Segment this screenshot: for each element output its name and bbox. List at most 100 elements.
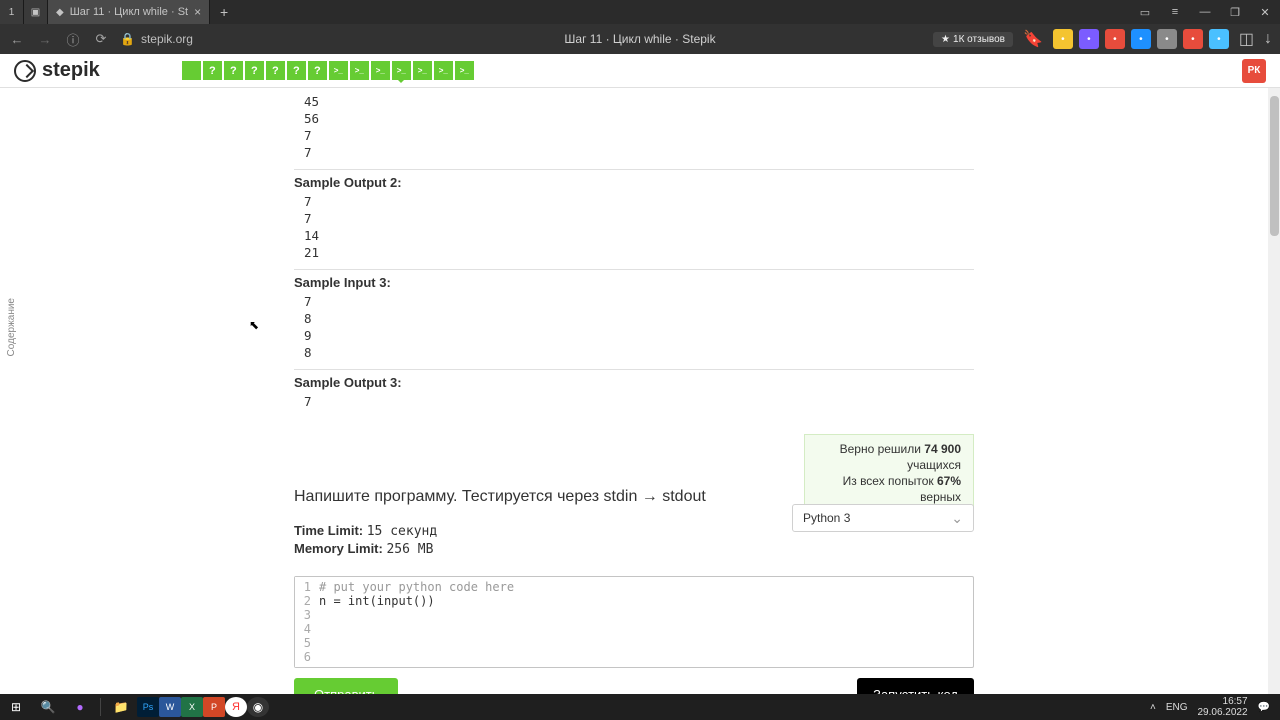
tab-stack-icon[interactable]: ▣ [24, 0, 48, 24]
extension-icon-3[interactable]: • [1105, 29, 1125, 49]
sample-input-3-line: 8 [294, 310, 974, 327]
lock-icon: 🔒 [120, 32, 135, 46]
gutter-line: 2 [295, 594, 311, 608]
obs-icon[interactable]: ◉ [247, 697, 269, 717]
step-pill-10[interactable]: >_ [371, 61, 390, 80]
sample-input-3-line: 9 [294, 327, 974, 344]
excel-icon[interactable]: X [181, 697, 203, 717]
cortana-icon[interactable]: ● [64, 694, 96, 720]
user-avatar[interactable]: РК [1242, 59, 1266, 83]
new-tab-button[interactable]: + [210, 0, 238, 24]
gutter-line: 5 [295, 636, 311, 650]
memory-limit-label: Memory Limit: [294, 541, 383, 556]
download-icon[interactable]: ↓ [1264, 30, 1272, 48]
extension-icon-7[interactable]: • [1209, 29, 1229, 49]
step-pill-11[interactable]: >_ [392, 61, 411, 80]
minimize-button[interactable]: — [1190, 0, 1220, 24]
address-bar: ← → ⓘ ⟳ 🔒 stepik.org Шаг 11 · Цикл while… [0, 24, 1280, 54]
stats-box: Верно решили 74 900 учащихся Из всех поп… [804, 434, 974, 512]
browser-titlebar: 1 ▣ ◆ Шаг 11 · Цикл while · St × + ▭ ≡ —… [0, 0, 1280, 24]
step-pill-8[interactable]: >_ [329, 61, 348, 80]
sample-output-2-line: 21 [294, 244, 974, 261]
stepik-logo[interactable]: stepik [14, 59, 100, 82]
keyboard-lang[interactable]: ENG [1166, 702, 1188, 713]
favicon-icon: ◆ [56, 7, 64, 18]
sample-input-3-line: 7 [294, 293, 974, 310]
tab-counter[interactable]: 1 [0, 0, 24, 24]
clock[interactable]: 16:57 29.06.2022 [1197, 696, 1247, 718]
scrollbar[interactable] [1268, 88, 1280, 694]
browser-tab[interactable]: ◆ Шаг 11 · Цикл while · St × [48, 0, 210, 24]
memory-limit-value: 256 MB [386, 542, 433, 557]
extension-icon-5[interactable]: • [1157, 29, 1177, 49]
explorer-icon[interactable]: 📁 [105, 694, 137, 720]
step-pill-13[interactable]: >_ [434, 61, 453, 80]
step-pill-2[interactable]: ? [203, 61, 222, 80]
forward-button[interactable]: → [36, 32, 54, 47]
sample-output-3-line: 7 [294, 393, 974, 410]
code-line[interactable]: n = int(input()) [319, 594, 514, 608]
gutter-line: 3 [295, 608, 311, 622]
step-pill-14[interactable]: >_ [455, 61, 474, 80]
sample-output-2-line: 14 [294, 227, 974, 244]
run-code-button[interactable]: Запустить код [857, 678, 974, 694]
step-pill-7[interactable]: ? [308, 61, 327, 80]
step-pill-12[interactable]: >_ [413, 61, 432, 80]
word-icon[interactable]: W [159, 697, 181, 717]
language-select[interactable]: Python 3 [792, 504, 974, 532]
stepik-header: stepik ??????>_>_>_>_>_>_>_ РК [0, 54, 1280, 88]
extensions-icon[interactable]: ◫ [1239, 29, 1254, 49]
yandex-icon[interactable]: Я [225, 697, 247, 717]
extension-icon-1[interactable]: • [1053, 29, 1073, 49]
windows-taskbar: ⊞ 🔍 ● 📁 Ps W X P Я ◉ ˄ ENG 16:57 29.06.2… [0, 694, 1280, 720]
code-line[interactable] [319, 608, 514, 622]
code-line[interactable] [319, 622, 514, 636]
tab-title: Шаг 11 · Цикл while · St [70, 6, 188, 18]
sample-pre-line: 7 [294, 144, 974, 161]
start-button[interactable]: ⊞ [0, 694, 32, 720]
rating-pill[interactable]: ★1К отзывов [933, 32, 1013, 47]
step-pill-4[interactable]: ? [245, 61, 264, 80]
logo-mark-icon [14, 60, 36, 82]
sample-input-3-label: Sample Input 3: [294, 275, 974, 290]
sample-pre-line: 7 [294, 127, 974, 144]
sidebar-toggle[interactable]: Содержание [6, 298, 17, 356]
extension-icon-4[interactable]: • [1131, 29, 1151, 49]
close-icon[interactable]: × [194, 5, 201, 19]
tray-chevron-icon[interactable]: ˄ [1150, 702, 1156, 713]
sample-pre-line: 56 [294, 110, 974, 127]
code-line[interactable]: # put your python code here [319, 580, 514, 594]
bookmark-icon[interactable]: 🔖 [1023, 29, 1043, 49]
submit-button[interactable]: Отправить [294, 678, 398, 694]
extension-icon-6[interactable]: • [1183, 29, 1203, 49]
step-pill-5[interactable]: ? [266, 61, 285, 80]
powerpoint-icon[interactable]: P [203, 697, 225, 717]
code-editor[interactable]: 123456 # put your python code heren = in… [294, 576, 974, 668]
sample-input-3-line: 8 [294, 344, 974, 361]
sample-output-2-line: 7 [294, 210, 974, 227]
reload-button[interactable]: ⟳ [92, 31, 110, 47]
step-navigation: ??????>_>_>_>_>_>_>_ [182, 61, 474, 80]
gutter-line: 1 [295, 580, 311, 594]
code-line[interactable] [319, 636, 514, 650]
code-line[interactable] [319, 650, 514, 664]
step-pill-6[interactable]: ? [287, 61, 306, 80]
menu-icon[interactable]: ≡ [1160, 0, 1190, 24]
info-icon[interactable]: ⓘ [64, 30, 82, 49]
step-pill-3[interactable]: ? [224, 61, 243, 80]
search-icon[interactable]: 🔍 [32, 694, 64, 720]
sidebar-toggle-icon[interactable]: ▭ [1130, 0, 1160, 24]
photoshop-icon[interactable]: Ps [137, 697, 159, 717]
gutter-line: 4 [295, 622, 311, 636]
close-window-button[interactable]: ✕ [1250, 0, 1280, 24]
step-pill-1[interactable] [182, 61, 201, 80]
step-pill-9[interactable]: >_ [350, 61, 369, 80]
lesson-content: Содержание ⬉ 455677 Sample Output 2: 771… [0, 88, 1268, 694]
notifications-icon[interactable]: 💬 [1258, 702, 1270, 713]
maximize-button[interactable]: ❐ [1220, 0, 1250, 24]
extension-icon-2[interactable]: • [1079, 29, 1099, 49]
back-button[interactable]: ← [8, 32, 26, 47]
scroll-thumb[interactable] [1270, 96, 1279, 236]
gutter-line: 6 [295, 650, 311, 664]
url-host[interactable]: stepik.org [141, 32, 193, 46]
